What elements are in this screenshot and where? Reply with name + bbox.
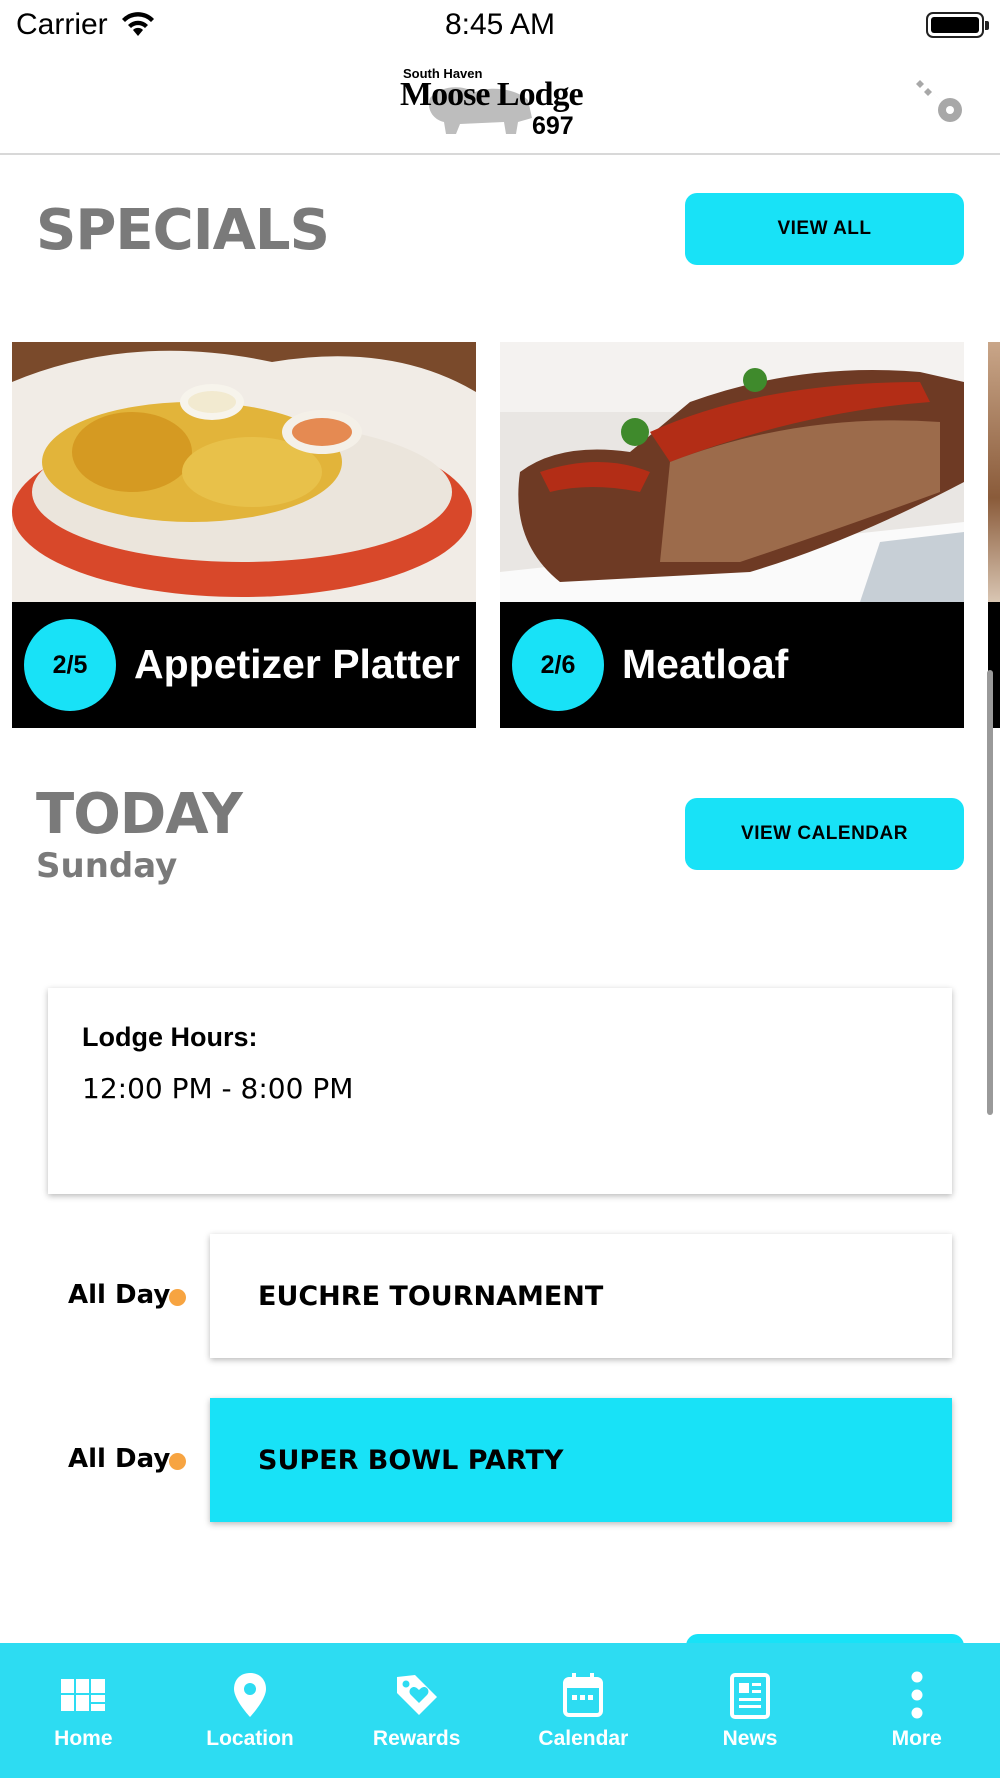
tab-calendar[interactable]: Calendar xyxy=(500,1643,667,1778)
lodge-logo[interactable]: South Haven Moose Lodge 697 xyxy=(400,62,605,140)
rewards-tag-icon xyxy=(396,1675,437,1715)
date-badge: 2/6 xyxy=(512,619,604,711)
tab-more[interactable]: More xyxy=(833,1643,1000,1778)
event-title: EUCHRE TOURNAMENT xyxy=(258,1280,604,1312)
tab-label: Location xyxy=(206,1727,294,1750)
tab-label: Home xyxy=(54,1727,113,1750)
logo-main-text: Moose Lodge xyxy=(400,76,584,113)
tab-rewards[interactable]: Rewards xyxy=(333,1643,500,1778)
tab-label: News xyxy=(722,1727,778,1750)
special-card-next-image xyxy=(988,342,1000,602)
event-time: All Day xyxy=(68,1280,171,1310)
event-card-super-bowl[interactable]: SUPER BOWL PARTY xyxy=(210,1398,952,1522)
tab-label: Calendar xyxy=(538,1727,629,1750)
app-header: South Haven Moose Lodge 697 xyxy=(0,50,1000,155)
tab-label: Rewards xyxy=(372,1727,461,1750)
appetizer-platter-image xyxy=(12,342,476,602)
today-title: TODAY xyxy=(36,782,243,847)
event-time: All Day xyxy=(68,1444,171,1474)
special-title: Meatloaf xyxy=(622,641,789,688)
lodge-hours-label: Lodge Hours: xyxy=(82,1022,258,1052)
more-dots-icon xyxy=(911,1671,923,1719)
today-day: Sunday xyxy=(36,846,178,886)
home-grid-icon xyxy=(61,1679,106,1711)
battery-icon xyxy=(926,12,989,38)
tab-label: More xyxy=(891,1727,942,1750)
tab-location[interactable]: Location xyxy=(167,1643,334,1778)
view-all-button[interactable]: VIEW ALL xyxy=(685,193,964,265)
special-card-meatloaf[interactable]: 2/6 Meatloaf xyxy=(500,342,964,728)
meatloaf-image xyxy=(500,342,964,602)
special-caption: 2/5 Appetizer Platter xyxy=(12,602,476,728)
key-icon[interactable] xyxy=(912,72,968,128)
special-title: Appetizer Platter xyxy=(134,641,460,688)
specials-title: SPECIALS xyxy=(36,198,330,263)
event-dot xyxy=(169,1289,186,1306)
special-caption: 2/6 Meatloaf xyxy=(500,602,964,728)
news-icon xyxy=(730,1673,771,1719)
tab-bar: Home Location Rewards Calendar News More xyxy=(0,1643,1000,1778)
view-calendar-button[interactable]: VIEW CALENDAR xyxy=(685,798,964,870)
logo-number: 697 xyxy=(532,112,574,140)
event-dot xyxy=(169,1453,186,1470)
event-card-euchre[interactable]: EUCHRE TOURNAMENT xyxy=(210,1234,952,1358)
event-title: SUPER BOWL PARTY xyxy=(258,1444,564,1476)
tab-news[interactable]: News xyxy=(667,1643,834,1778)
special-card-appetizer[interactable]: 2/5 Appetizer Platter xyxy=(12,342,476,728)
calendar-icon xyxy=(563,1673,604,1717)
tab-home[interactable]: Home xyxy=(0,1643,167,1778)
status-bar: Carrier 8:45 AM xyxy=(0,0,1000,50)
date-badge: 2/5 xyxy=(24,619,116,711)
lodge-hours-card: Lodge Hours: 12:00 PM - 8:00 PM xyxy=(48,988,952,1194)
clock: 8:45 AM xyxy=(444,8,556,41)
scrollbar[interactable] xyxy=(987,670,993,1115)
location-pin-icon xyxy=(234,1673,266,1717)
lodge-hours-value: 12:00 PM - 8:00 PM xyxy=(82,1072,354,1105)
